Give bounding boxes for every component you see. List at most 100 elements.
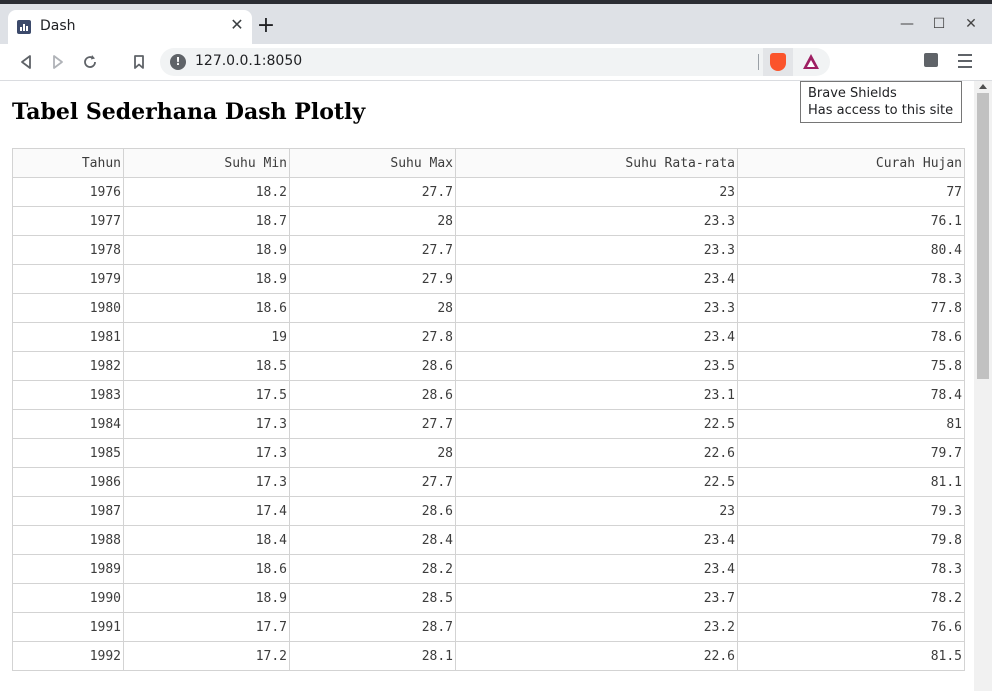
table-cell[interactable]: 28.1: [289, 641, 456, 671]
table-cell[interactable]: 17.3: [123, 438, 290, 468]
table-cell[interactable]: 1991: [12, 612, 124, 642]
reload-icon[interactable]: [80, 52, 100, 72]
table-cell[interactable]: 75.8: [737, 351, 965, 381]
table-cell[interactable]: 1990: [12, 583, 124, 613]
table-cell[interactable]: 18.7: [123, 206, 290, 236]
url-text[interactable]: 127.0.0.1:8050: [195, 53, 302, 69]
table-cell[interactable]: 80.4: [737, 235, 965, 265]
table-cell[interactable]: 27.7: [289, 467, 456, 497]
table-cell[interactable]: 78.3: [737, 264, 965, 294]
table-cell[interactable]: 78.2: [737, 583, 965, 613]
table-cell[interactable]: 78.4: [737, 380, 965, 410]
column-header[interactable]: Suhu Max: [289, 148, 456, 178]
table-cell[interactable]: 81.1: [737, 467, 965, 497]
table-cell[interactable]: 22.5: [455, 409, 738, 439]
maximize-button[interactable]: ☐: [929, 14, 949, 34]
table-cell[interactable]: 1986: [12, 467, 124, 497]
table-cell[interactable]: 23.4: [455, 322, 738, 352]
table-cell[interactable]: 78.6: [737, 322, 965, 352]
extensions-icon[interactable]: [924, 53, 938, 67]
page-scrollbar[interactable]: [974, 81, 992, 691]
column-header[interactable]: Suhu Min: [123, 148, 290, 178]
scrollbar-thumb[interactable]: [977, 93, 989, 379]
table-cell[interactable]: 77: [737, 177, 965, 207]
table-cell[interactable]: 22.6: [455, 438, 738, 468]
table-cell[interactable]: 18.2: [123, 177, 290, 207]
table-cell[interactable]: 19: [123, 322, 290, 352]
minimize-button[interactable]: —: [897, 14, 917, 34]
table-cell[interactable]: 1979: [12, 264, 124, 294]
brave-shields-button[interactable]: [763, 48, 793, 76]
table-cell[interactable]: 23.2: [455, 612, 738, 642]
table-cell[interactable]: 28.4: [289, 525, 456, 555]
table-cell[interactable]: 28.6: [289, 380, 456, 410]
table-cell[interactable]: 27.7: [289, 177, 456, 207]
tab-close-icon[interactable]: ✕: [228, 16, 246, 34]
table-cell[interactable]: 23.4: [455, 554, 738, 584]
table-cell[interactable]: 27.9: [289, 264, 456, 294]
table-cell[interactable]: 1992: [12, 641, 124, 671]
table-cell[interactable]: 18.9: [123, 235, 290, 265]
table-cell[interactable]: 22.6: [455, 641, 738, 671]
table-cell[interactable]: 17.3: [123, 409, 290, 439]
table-cell[interactable]: 23.5: [455, 351, 738, 381]
table-cell[interactable]: 1988: [12, 525, 124, 555]
table-cell[interactable]: 18.6: [123, 554, 290, 584]
new-tab-button[interactable]: +: [255, 15, 277, 37]
table-cell[interactable]: 23.4: [455, 525, 738, 555]
forward-icon[interactable]: [48, 52, 68, 72]
table-cell[interactable]: 18.4: [123, 525, 290, 555]
table-cell[interactable]: 1978: [12, 235, 124, 265]
table-cell[interactable]: 79.7: [737, 438, 965, 468]
table-cell[interactable]: 28.7: [289, 612, 456, 642]
table-cell[interactable]: 1976: [12, 177, 124, 207]
table-cell[interactable]: 1980: [12, 293, 124, 323]
table-cell[interactable]: 1982: [12, 351, 124, 381]
scroll-up-arrow-icon[interactable]: [979, 84, 987, 89]
table-cell[interactable]: 22.5: [455, 467, 738, 497]
table-cell[interactable]: 18.9: [123, 264, 290, 294]
table-cell[interactable]: 17.7: [123, 612, 290, 642]
table-cell[interactable]: 23.3: [455, 235, 738, 265]
bookmark-icon[interactable]: [129, 52, 149, 72]
table-cell[interactable]: 23.4: [455, 264, 738, 294]
table-cell[interactable]: 28.2: [289, 554, 456, 584]
table-cell[interactable]: 23.1: [455, 380, 738, 410]
table-cell[interactable]: 23: [455, 177, 738, 207]
table-cell[interactable]: 17.2: [123, 641, 290, 671]
table-cell[interactable]: 1981: [12, 322, 124, 352]
table-cell[interactable]: 18.9: [123, 583, 290, 613]
site-info-icon[interactable]: !: [170, 54, 186, 70]
table-cell[interactable]: 28.5: [289, 583, 456, 613]
table-cell[interactable]: 17.3: [123, 467, 290, 497]
table-cell[interactable]: 27.8: [289, 322, 456, 352]
table-cell[interactable]: 18.5: [123, 351, 290, 381]
table-cell[interactable]: 28: [289, 293, 456, 323]
table-cell[interactable]: 28: [289, 438, 456, 468]
table-cell[interactable]: 28.6: [289, 496, 456, 526]
table-cell[interactable]: 81: [737, 409, 965, 439]
table-cell[interactable]: 23.3: [455, 206, 738, 236]
table-cell[interactable]: 28.6: [289, 351, 456, 381]
address-bar[interactable]: ! 127.0.0.1:8050: [160, 48, 830, 76]
column-header[interactable]: Curah Hujan: [737, 148, 965, 178]
table-cell[interactable]: 23.7: [455, 583, 738, 613]
table-cell[interactable]: 76.1: [737, 206, 965, 236]
table-cell[interactable]: 1987: [12, 496, 124, 526]
table-cell[interactable]: 23: [455, 496, 738, 526]
table-cell[interactable]: 23.3: [455, 293, 738, 323]
table-cell[interactable]: 27.7: [289, 409, 456, 439]
table-cell[interactable]: 78.3: [737, 554, 965, 584]
table-cell[interactable]: 17.5: [123, 380, 290, 410]
browser-tab[interactable]: Dash ✕: [8, 10, 252, 44]
table-cell[interactable]: 79.3: [737, 496, 965, 526]
back-icon[interactable]: [16, 52, 36, 72]
table-cell[interactable]: 79.8: [737, 525, 965, 555]
table-cell[interactable]: 76.6: [737, 612, 965, 642]
column-header[interactable]: Suhu Rata-rata: [455, 148, 738, 178]
brave-rewards-icon[interactable]: [803, 54, 819, 69]
table-cell[interactable]: 81.5: [737, 641, 965, 671]
close-window-button[interactable]: ✕: [961, 14, 981, 34]
table-cell[interactable]: 1977: [12, 206, 124, 236]
table-cell[interactable]: 18.6: [123, 293, 290, 323]
